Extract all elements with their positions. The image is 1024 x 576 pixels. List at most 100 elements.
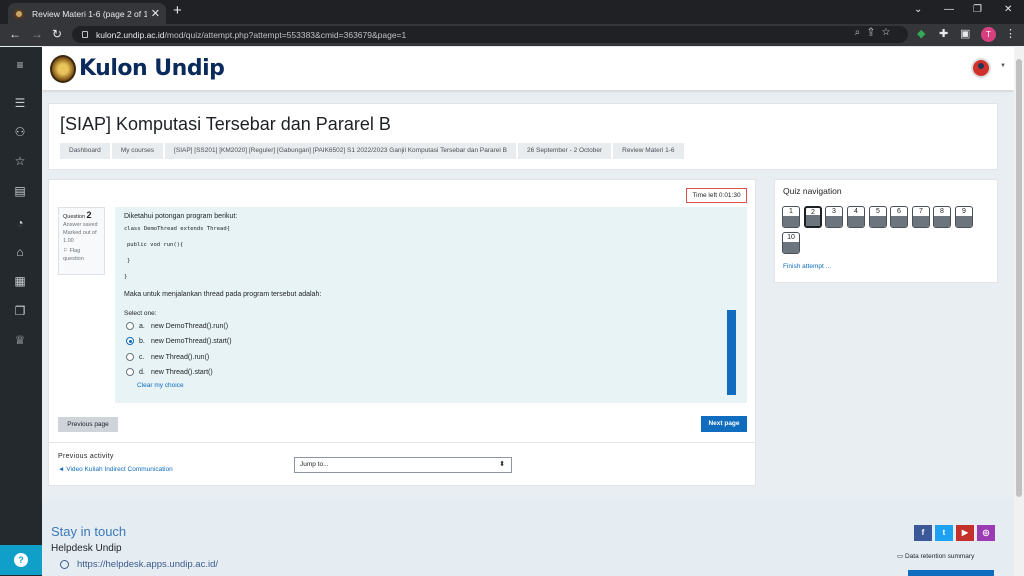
page-scrollbar[interactable] bbox=[1014, 47, 1024, 576]
finish-attempt-link[interactable]: Finish attempt ... bbox=[783, 263, 831, 270]
lock-icon bbox=[82, 31, 88, 38]
previous-activity-link[interactable]: ◄ Video Kuliah Indirect Communication bbox=[58, 466, 173, 473]
option-text: new Thread().start() bbox=[151, 368, 213, 376]
select-caret-icon: ⬍ bbox=[499, 461, 505, 468]
question-content: Diketahui potongan program berikut: clas… bbox=[115, 207, 747, 403]
extensions-puzzle-icon[interactable]: ✚ bbox=[939, 27, 948, 40]
quiz-nav-button-2-current[interactable]: 2 bbox=[804, 206, 822, 228]
quiz-nav-button-9[interactable]: 9 bbox=[955, 206, 973, 228]
forward-icon[interactable]: → bbox=[31, 27, 43, 41]
facebook-icon[interactable]: f bbox=[914, 525, 932, 541]
answer-option-a[interactable]: a. new DemoThread().run() bbox=[126, 321, 228, 331]
quiz-nav-button-5[interactable]: 5 bbox=[869, 206, 887, 228]
page-header: [SIAP] Komputasi Tersebar dan Pararel B … bbox=[48, 103, 998, 170]
question-info: Question 2 Answer saved Marked out of 1.… bbox=[58, 207, 105, 275]
quiz-nav-button-3[interactable]: 3 bbox=[825, 206, 843, 228]
breadcrumb: Dashboard My courses [SIAP] [SS201] [KM2… bbox=[60, 143, 686, 159]
omnibox-actions[interactable]: ⌕⇪☆ bbox=[855, 27, 898, 38]
user-avatar[interactable] bbox=[971, 58, 991, 78]
jump-to-select[interactable]: Jump to... ⬍ bbox=[294, 457, 512, 473]
browser-tab-bar: Review Materi 1-6 (page 2 of 10) ✕ + ⌄ —… bbox=[0, 0, 1024, 24]
browser-tab[interactable]: Review Materi 1-6 (page 2 of 10) ✕ bbox=[8, 3, 166, 24]
user-menu-caret-icon[interactable]: ▼ bbox=[1000, 63, 1006, 69]
site-brand[interactable]: Kulon Undip bbox=[79, 56, 225, 81]
answer-scrollbar[interactable] bbox=[727, 310, 736, 395]
breadcrumb-section[interactable]: 26 September - 2 October bbox=[517, 143, 612, 159]
quiz-nav-button-10[interactable]: 10 bbox=[782, 232, 800, 254]
breadcrumb-course[interactable]: [SIAP] [SS201] [KM2020] [Reguler] [Gabun… bbox=[165, 143, 516, 159]
youtube-icon[interactable]: ▶ bbox=[956, 525, 974, 541]
page-title: [SIAP] Komputasi Tersebar dan Pararel B bbox=[60, 114, 391, 134]
quiz-nav-button-7[interactable]: 7 bbox=[912, 206, 930, 228]
breadcrumb-quiz[interactable]: Review Materi 1-6 bbox=[613, 143, 684, 159]
site-header: Kulon Undip ▼ bbox=[42, 47, 1014, 90]
side-panel-icon[interactable]: ▣ bbox=[960, 27, 970, 40]
files-icon[interactable]: ❐ bbox=[12, 303, 28, 319]
quiz-nav-button-4[interactable]: 4 bbox=[847, 206, 865, 228]
clear-choice-link[interactable]: Clear my choice bbox=[137, 382, 184, 389]
dashboard-gauge-icon[interactable]: ◔ bbox=[12, 215, 28, 231]
footer-button[interactable] bbox=[908, 570, 994, 576]
home-icon[interactable]: ⌂ bbox=[12, 244, 28, 260]
page-footer: Stay in touch Helpdesk Undip https://hel… bbox=[42, 500, 1014, 576]
courses-cap-icon[interactable]: ♕ bbox=[12, 332, 28, 348]
data-retention-link[interactable]: ▭ Data retention summary bbox=[897, 552, 974, 560]
select-one-label: Select one: bbox=[124, 310, 157, 317]
window-close-icon[interactable]: ✕ bbox=[1004, 4, 1012, 15]
answer-option-d[interactable]: d. new Thread().start() bbox=[126, 367, 213, 377]
quiz-attempt-card: Time left 0:01:30 Question 2 Answer save… bbox=[48, 179, 756, 486]
list-icon[interactable]: ☰ bbox=[12, 95, 28, 111]
answer-option-c[interactable]: c. new Thread().run() bbox=[126, 352, 209, 362]
quiz-nav-button-8[interactable]: 8 bbox=[933, 206, 951, 228]
twitter-icon[interactable]: t bbox=[935, 525, 953, 541]
participants-icon[interactable]: ⚇ bbox=[12, 124, 28, 140]
minimize-icon[interactable]: — bbox=[944, 4, 954, 15]
helpdesk-url[interactable]: https://helpdesk.apps.undip.ac.id/ bbox=[77, 559, 218, 570]
quiz-timer: Time left 0:01:30 bbox=[686, 188, 747, 203]
book-icon[interactable]: ▤ bbox=[12, 183, 28, 199]
reload-icon[interactable]: ↻ bbox=[52, 27, 62, 41]
option-text: new DemoThread().run() bbox=[151, 322, 229, 330]
helpdesk-label: Helpdesk Undip bbox=[51, 543, 122, 554]
answer-option-b[interactable]: b. new DemoThread().start() bbox=[126, 336, 232, 346]
calendar-icon[interactable]: ▦ bbox=[12, 273, 28, 289]
scrollbar-thumb[interactable] bbox=[1016, 59, 1022, 497]
browser-profile-avatar[interactable]: T bbox=[981, 27, 996, 42]
flag-question[interactable]: ⚐ Flag question bbox=[63, 247, 100, 263]
previous-page-button[interactable]: Previous page bbox=[58, 417, 118, 432]
new-tab-icon[interactable]: + bbox=[173, 3, 182, 19]
next-page-button[interactable]: Next page bbox=[701, 416, 747, 432]
option-letter: b. bbox=[139, 337, 145, 345]
jump-to-value: Jump to... bbox=[300, 461, 329, 468]
address-bar[interactable]: kulon2.undip.ac.id /mod/quiz/attempt.php… bbox=[72, 26, 908, 43]
question-prompt: Maka untuk menjalankan thread pada progr… bbox=[124, 291, 322, 298]
helpdesk-link[interactable]: https://helpdesk.apps.undip.ac.id/ bbox=[60, 559, 218, 570]
tab-search-icon[interactable]: ⌄ bbox=[914, 4, 922, 15]
breadcrumb-my-courses[interactable]: My courses bbox=[111, 143, 164, 159]
question-number-value: 2 bbox=[86, 210, 92, 220]
answer-box: Select one: a. new DemoThread().run() b.… bbox=[115, 307, 747, 403]
undip-seal-logo[interactable] bbox=[50, 55, 76, 83]
answer-radio[interactable] bbox=[126, 368, 134, 376]
browser-menu-icon[interactable]: ⋮ bbox=[1005, 27, 1016, 40]
quiz-nav-button-1[interactable]: 1 bbox=[782, 206, 800, 228]
star-icon[interactable]: ☆ bbox=[12, 153, 28, 169]
code-line: } bbox=[124, 274, 128, 280]
option-letter: c. bbox=[139, 353, 145, 361]
hamburger-menu-icon[interactable]: ≡ bbox=[12, 57, 28, 73]
tab-close-icon[interactable]: ✕ bbox=[151, 7, 160, 20]
instagram-icon[interactable]: ◎ bbox=[977, 525, 995, 541]
answer-radio[interactable] bbox=[126, 322, 134, 330]
maximize-icon[interactable]: ❐ bbox=[973, 4, 982, 15]
option-text: new DemoThread().start() bbox=[151, 337, 232, 345]
back-icon[interactable]: ← bbox=[9, 27, 21, 41]
answer-radio-selected[interactable] bbox=[126, 337, 134, 345]
help-button[interactable]: ? bbox=[0, 545, 42, 575]
breadcrumb-dashboard[interactable]: Dashboard bbox=[60, 143, 110, 159]
question-label: Question bbox=[63, 214, 86, 220]
code-line: class DemoThread extends Thread{ bbox=[124, 226, 230, 232]
answer-radio[interactable] bbox=[126, 353, 134, 361]
quiz-nav-button-6[interactable]: 6 bbox=[890, 206, 908, 228]
option-text: new Thread().run() bbox=[151, 353, 210, 361]
extension-icon[interactable]: ◆ bbox=[917, 27, 925, 40]
